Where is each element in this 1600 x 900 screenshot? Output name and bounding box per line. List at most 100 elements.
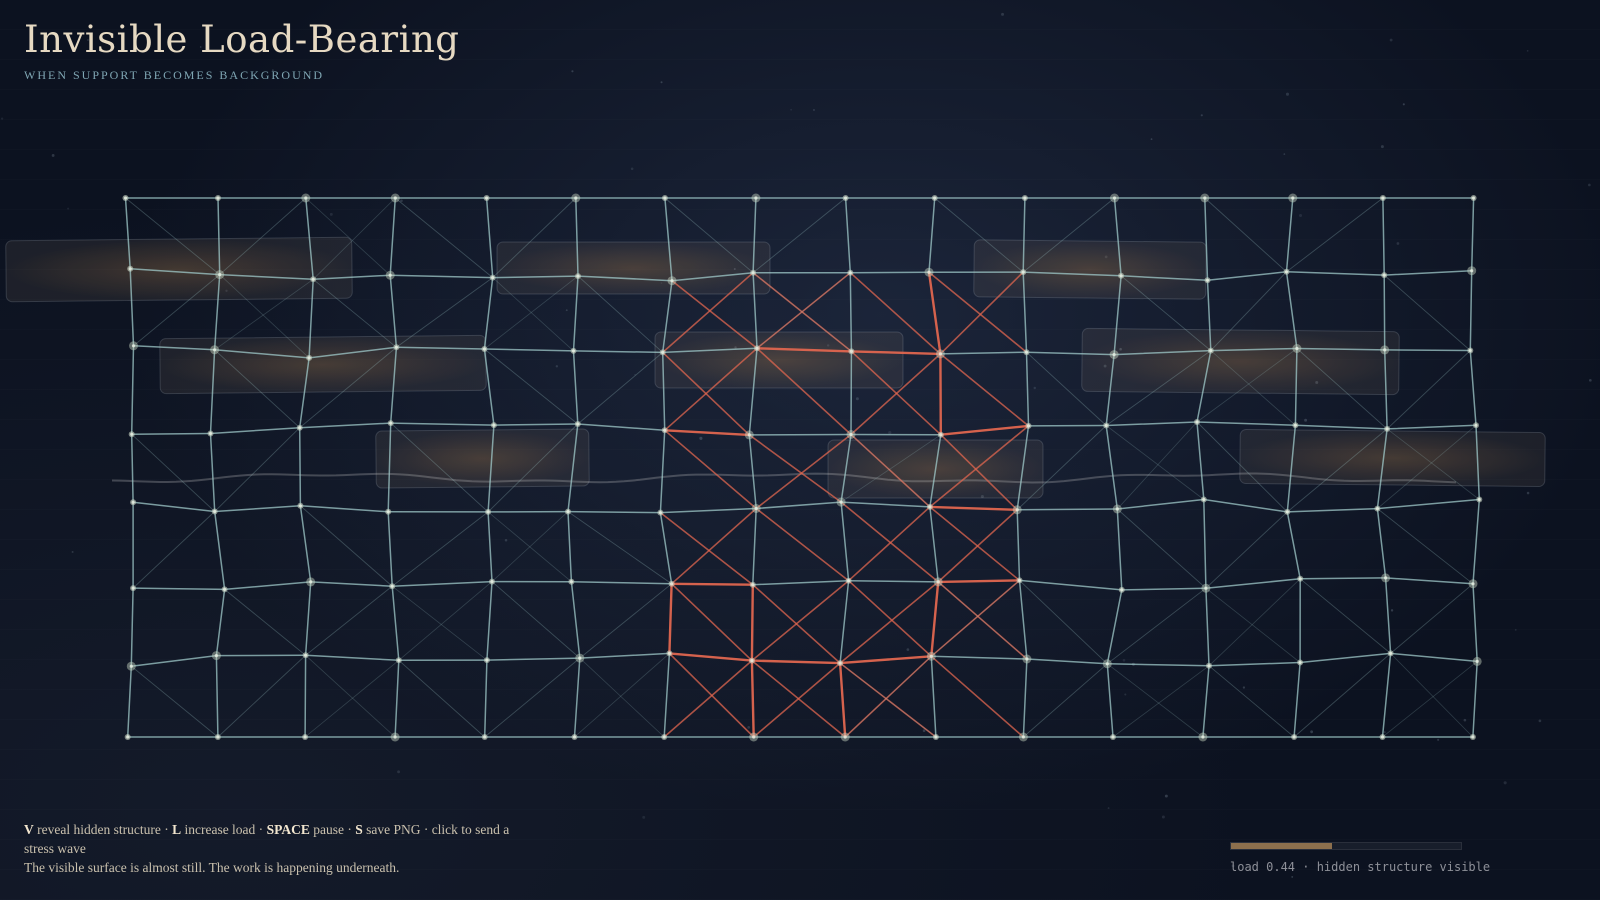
dust-particle xyxy=(630,167,634,171)
vertical-member xyxy=(130,345,135,436)
vertical-member xyxy=(1106,663,1114,738)
diagonal-member xyxy=(214,427,301,512)
dust-particle xyxy=(1283,153,1286,155)
lattice-node-core xyxy=(844,196,848,200)
dust-particle xyxy=(1001,12,1004,16)
lattice-node-core xyxy=(129,664,133,668)
lattice-node-core xyxy=(1207,664,1211,668)
lattice-node-core xyxy=(1023,196,1027,200)
dust-particle xyxy=(1390,609,1394,612)
vertical-member xyxy=(387,511,393,587)
lattice-node-core xyxy=(663,196,667,200)
lattice-node-core xyxy=(754,196,758,200)
lattice-node-core xyxy=(574,196,578,200)
vertical-member xyxy=(389,197,397,276)
dust-particle xyxy=(1107,807,1110,810)
lattice-node-core xyxy=(1202,497,1206,502)
lattice-node-core xyxy=(670,582,674,586)
lattice-node-core xyxy=(1375,507,1379,511)
lattice-node-core xyxy=(309,580,313,584)
diagonal-member xyxy=(1376,508,1474,585)
lattice-node-core xyxy=(485,658,489,662)
horizontal-member xyxy=(132,587,226,591)
surface-panel xyxy=(496,241,771,295)
horizontal-member xyxy=(309,581,393,587)
horizontal-member xyxy=(930,655,1028,660)
dust-particle xyxy=(1526,491,1530,495)
lattice-node-core xyxy=(849,432,853,437)
horizontal-member xyxy=(1285,271,1385,276)
surface-panels xyxy=(5,236,1546,499)
diagonal-member xyxy=(131,433,216,512)
diagonal-member xyxy=(567,511,673,585)
dust-particle xyxy=(504,538,508,542)
horizontal-member xyxy=(304,654,400,662)
stressed-member xyxy=(838,661,847,739)
vertical-member xyxy=(1472,583,1478,663)
horizontal-member xyxy=(1286,507,1379,513)
dust-particle xyxy=(1503,781,1507,785)
surface-panel xyxy=(1239,428,1546,488)
panel-frame xyxy=(375,428,590,489)
diagonal-member xyxy=(579,583,673,659)
vertical-member xyxy=(485,197,494,279)
lattice-node-core xyxy=(934,735,938,739)
diagonal-member xyxy=(1204,197,1287,273)
dust-particle xyxy=(67,207,70,210)
lattice-node-core xyxy=(304,196,308,200)
horizontal-member xyxy=(223,581,312,591)
horizontal-member xyxy=(579,652,671,659)
vertical-member xyxy=(1105,424,1119,510)
lattice-node-core xyxy=(131,344,136,348)
lattice-node-core xyxy=(214,654,218,658)
vertical-member xyxy=(1469,349,1477,427)
lattice-node-core xyxy=(658,510,663,515)
lattice-node-core xyxy=(1470,269,1474,273)
vertical-member xyxy=(1382,197,1385,276)
lattice-node-core xyxy=(1474,423,1478,427)
lattice-node-core xyxy=(1119,274,1123,278)
lattice-node-core xyxy=(1112,196,1117,200)
horizontal-member xyxy=(130,432,212,436)
key-l: L xyxy=(172,822,182,837)
status-panel: load 0.44 · hidden structure visible xyxy=(1230,842,1490,874)
dust-particle xyxy=(1033,386,1036,390)
horizontal-member xyxy=(213,505,302,513)
lattice-node-core xyxy=(213,348,217,352)
diagonal-member xyxy=(217,654,307,738)
diagonal-member xyxy=(391,585,488,661)
lattice-node-core xyxy=(131,586,135,590)
horizontal-member xyxy=(130,654,218,667)
dust-particle xyxy=(0,117,4,120)
surface-panel xyxy=(159,334,487,395)
horizontal-member xyxy=(577,423,666,432)
vertical-member xyxy=(130,587,134,667)
lattice-node-core xyxy=(1477,497,1481,502)
lattice-node-core xyxy=(1111,735,1115,739)
horizontal-member xyxy=(1206,271,1288,282)
lattice-node-core xyxy=(1204,586,1208,590)
vertical-member xyxy=(748,434,757,510)
diagonal-member xyxy=(1390,583,1474,654)
lattice-node-core xyxy=(750,659,754,663)
horizontal-member xyxy=(1299,652,1392,664)
dust-particle xyxy=(329,212,333,216)
dust-particle xyxy=(1150,138,1153,141)
diagonal-member xyxy=(752,662,841,738)
lattice-canvas[interactable] xyxy=(0,0,1600,900)
horizontal-member xyxy=(1018,579,1123,591)
lattice-node-core xyxy=(1203,196,1207,200)
dust-particle xyxy=(1291,876,1294,878)
key-s: S xyxy=(355,822,363,837)
dust-particle xyxy=(1526,49,1529,52)
horizontal-member xyxy=(572,350,664,354)
surface-panel xyxy=(5,236,353,303)
horizontal-member xyxy=(483,348,575,352)
lattice-node-core xyxy=(849,349,854,353)
lattice-node-core xyxy=(1385,427,1389,431)
panel-frame xyxy=(159,334,487,395)
lattice-node-core xyxy=(576,422,580,426)
lattice-node-core xyxy=(755,346,759,350)
vertical-member xyxy=(1106,589,1123,665)
lattice-node-core xyxy=(752,735,756,739)
